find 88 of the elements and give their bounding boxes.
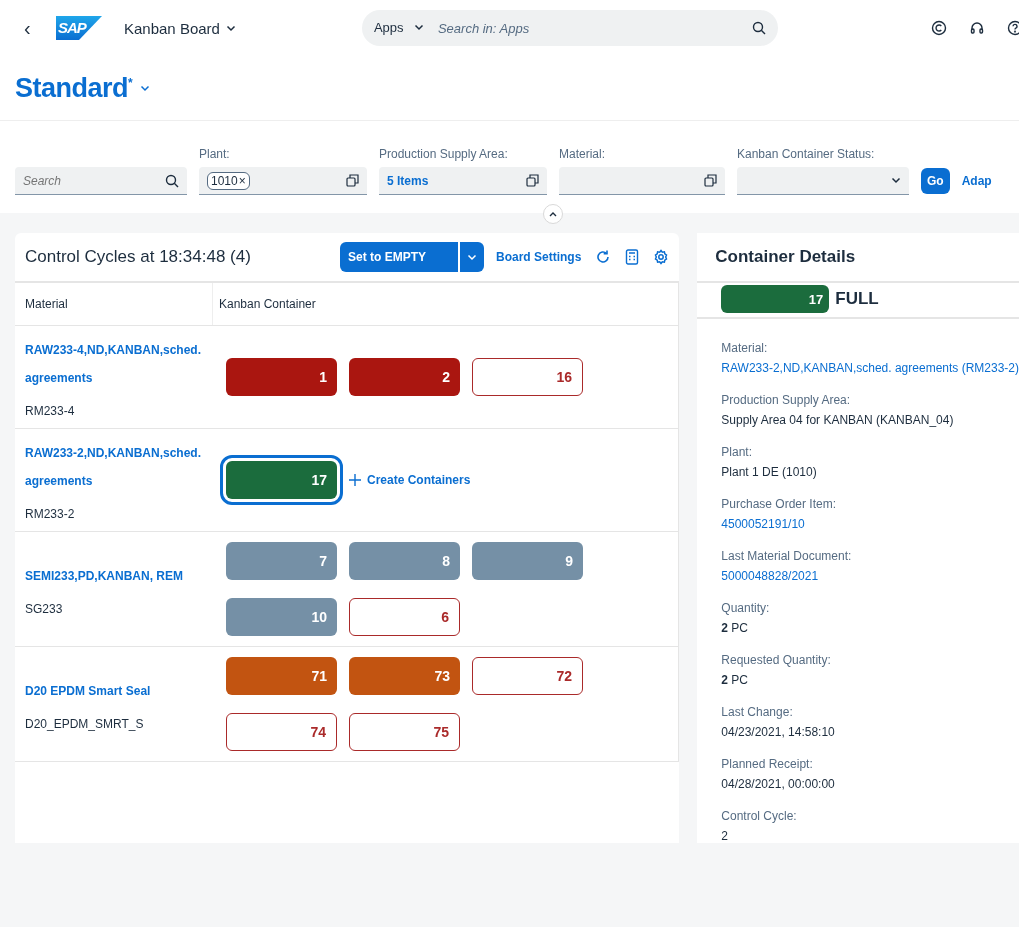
field-label: Last Material Document: [721,549,853,563]
chevron-up-icon [549,211,557,217]
create-containers-link[interactable]: Create Containers [349,473,471,487]
material-link[interactable]: D20 EPDM Smart Seal [25,677,213,705]
adapt-filters-link[interactable]: Adap [961,174,992,188]
material-id: RM233-4 [25,404,76,418]
field-label: Production Supply Area: [721,393,852,407]
kanban-container[interactable]: 71 [226,657,337,695]
token[interactable]: 1010× [207,171,250,190]
kanban-container[interactable]: 1 [226,358,337,396]
selected-items-link[interactable]: 5 Items [387,173,520,188]
value-help-icon[interactable] [346,174,359,187]
material-id: SG233 [25,602,64,616]
kanban-container[interactable]: 73 [349,657,460,695]
variant-title[interactable]: Standard$^{*}$ [15,72,133,104]
column-header: Kanban Container [218,297,316,311]
menu-caret-button[interactable] [460,242,484,272]
select-field[interactable] [737,167,909,195]
kanban-container[interactable]: 72 [472,657,583,695]
material-link[interactable]: RAW233-2,ND,KANBAN,sched. agreements [25,439,213,495]
go-button[interactable]: Go [921,168,950,194]
column-header: Material [25,297,68,311]
filter-label: Material: [559,147,606,161]
kanban-container: 17 [721,285,830,313]
copyright-icon[interactable] [931,20,947,36]
board-settings-link[interactable]: Board Settings [496,250,582,264]
filter-label: Kanban Container Status: [737,147,876,161]
kanban-container[interactable]: 2 [349,358,460,396]
chevron-down-icon [225,24,236,32]
panel-title: Container Details [697,233,1019,283]
plus-icon [349,474,361,486]
search-icon[interactable] [165,174,179,188]
field-label: Material: [721,341,769,355]
chevron-down-icon [467,253,477,261]
kanban-container[interactable]: 16 [472,358,583,396]
material-link[interactable]: RAW233-4,ND,KANBAN,sched. agreements [25,336,213,392]
kanban-container[interactable]: 74 [226,713,337,751]
input-field[interactable] [559,167,725,195]
back-button[interactable]: ‹ [24,16,48,40]
status-text: FULL [835,289,879,309]
field-label: Last Change: [721,705,794,719]
board-title: Control Cycles at 18:34:48 (4) [25,247,251,267]
set-status-button[interactable]: Set to EMPTY [340,242,458,272]
kanban-container[interactable]: 10 [226,598,337,636]
field-label: Purchase Order Item: [721,497,838,511]
kanban-container[interactable]: 8 [349,542,460,580]
settings-icon[interactable] [653,249,670,265]
input-field[interactable]: 1010× [199,167,367,195]
field-link[interactable]: 4500052191/10 [721,517,1019,531]
field-value: 2 PC [721,673,750,687]
refresh-icon[interactable] [595,249,612,265]
field-label: Requested Quantity: [721,653,832,667]
field-link[interactable]: 5000048828/2021 [721,569,1019,583]
kanban-container[interactable]: 7 [226,542,337,580]
help-icon[interactable] [1007,20,1019,36]
headset-icon[interactable] [969,20,985,36]
field-value: 2 PC [721,621,750,635]
material-link[interactable]: SEMI233,PD,KANBAN, REM [25,562,213,590]
kanban-container[interactable]: 75 [349,713,460,751]
chevron-down-icon[interactable] [891,177,901,184]
remove-token-button[interactable]: × [238,173,246,188]
field-value: Supply Area 04 for KANBAN (KANBAN_04) [721,413,955,427]
field-label: Plant: [721,445,753,459]
field-value: 2 [721,829,729,843]
field-link[interactable]: RAW233-2,ND,KANBAN,sched. agreements (RM233-2) [721,361,1019,375]
filter-label: Production Supply Area: [379,147,509,161]
field-label: Quantity: [721,601,771,615]
field-label: Planned Receipt: [721,757,814,771]
filter-label: Plant: [199,147,231,161]
field-value: Plant 1 DE (1010) [721,465,818,479]
collapse-button[interactable] [543,204,563,224]
input-field[interactable]: 5 Items [379,167,547,195]
app-title-menu[interactable]: Kanban Board [124,19,236,37]
search-field[interactable]: Search [15,167,187,195]
search-scope-select[interactable]: Apps [373,20,424,35]
logo[interactable]: SAP [56,16,102,40]
material-id: D20_EPDM_SMRT_S [25,717,145,731]
chevron-down-icon [413,24,424,31]
calculator-icon[interactable] [625,249,640,265]
kanban-container[interactable]: 9 [472,542,583,580]
value-help-icon[interactable] [526,174,539,187]
value-help-icon[interactable] [704,174,717,187]
field-value: 04/28/2021, 00:00:00 [721,777,836,791]
kanban-container[interactable]: 6 [349,598,460,636]
material-id: RM233-2 [25,507,76,521]
field-value: 04/23/2021, 14:58:10 [721,725,836,739]
field-label: Control Cycle: [721,809,798,823]
search-icon[interactable] [751,21,766,35]
